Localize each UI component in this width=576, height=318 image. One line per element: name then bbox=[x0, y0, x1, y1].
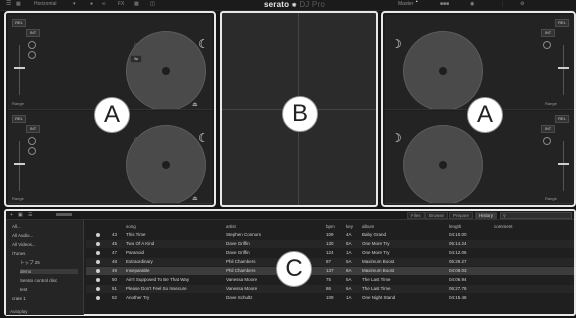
crate-test[interactable]: test bbox=[20, 287, 27, 292]
menu-icon[interactable]: ☰ bbox=[6, 0, 11, 7]
deck-2-load-icon[interactable] bbox=[28, 137, 36, 145]
deck-2-platter[interactable] bbox=[126, 125, 206, 203]
table-row[interactable]: 50 Ain't Supposed To Be That Way Vanessa M… bbox=[86, 276, 574, 284]
deck-3-pitch-fader[interactable] bbox=[558, 45, 569, 95]
record-icon[interactable]: ● bbox=[90, 1, 93, 7]
crate-1[interactable]: crate 1 bbox=[12, 296, 26, 301]
deck-2-rel[interactable]: REL bbox=[12, 115, 26, 123]
deck-3-load-icon[interactable] bbox=[543, 41, 551, 49]
right-deck-panel: REL INT ☽ SYNC ❚◀ ▶ Range REL INT ☽ SYNC… bbox=[381, 11, 576, 207]
deck-2-eject-icon[interactable]: ⏏ bbox=[192, 195, 198, 202]
deck-4-int[interactable]: INT bbox=[541, 125, 555, 133]
callout-a-right: A bbox=[467, 97, 503, 133]
deck-4-load-icon[interactable] bbox=[543, 137, 551, 145]
deck-4-platter[interactable] bbox=[403, 125, 483, 203]
deck-1-rel[interactable]: REL bbox=[12, 19, 26, 27]
fx-icon[interactable]: FX bbox=[118, 1, 124, 7]
col-key[interactable]: key bbox=[346, 224, 353, 229]
link-icon[interactable]: ∞ bbox=[102, 1, 106, 7]
library-toolbar: + ▣ ☰ Files Browse Prepare History ⚲ bbox=[6, 211, 574, 220]
master-label: Master bbox=[398, 1, 414, 7]
table-row[interactable]: 47 Paranoid Dave Griffin 124 1A One More Try 0… bbox=[86, 249, 574, 257]
deck-2-sync-icon[interactable] bbox=[28, 147, 36, 155]
crate-control-disc[interactable]: Serato control disc bbox=[20, 278, 57, 283]
col-album[interactable]: album bbox=[362, 224, 374, 229]
crate-sidebar: All... All Audio... All Videos... iTunes… bbox=[6, 220, 84, 315]
serato-logo-icon: ✵ bbox=[291, 3, 297, 9]
table-row[interactable]: 49 Inseparable Phil Chambers 137 8A Maximum B… bbox=[86, 267, 574, 275]
deck-4-pitch-fader[interactable] bbox=[558, 141, 569, 191]
deck-3-platter[interactable] bbox=[403, 31, 483, 109]
app-logo: serato ✵ DJ Pro bbox=[264, 0, 325, 9]
deck-1: REL INT Range SYNC ❚◀ ▶ ☾ ⇆ ⏏ bbox=[8, 15, 212, 110]
sampler-icon[interactable]: ▩ bbox=[134, 1, 139, 7]
view-list-icon[interactable]: ☰ bbox=[28, 212, 32, 218]
col-song[interactable]: song bbox=[126, 224, 136, 229]
search-icon: ⚲ bbox=[503, 213, 506, 218]
deck-3-rel[interactable]: REL bbox=[555, 19, 569, 27]
deck-2-int[interactable]: INT bbox=[26, 125, 40, 133]
logo-product: DJ Pro bbox=[299, 0, 325, 9]
track-list: song artist bpm key album length comment… bbox=[86, 220, 574, 315]
crate-itunes[interactable]: iTunes bbox=[12, 251, 25, 256]
table-row[interactable]: 45 Two Of A Kind Dave Griffin 130 8A One More… bbox=[86, 240, 574, 248]
top-toolbar: ☰ ▦ Horizontal ▾ ● ∞ FX ▩ ◫ serato ✵ DJ … bbox=[0, 0, 576, 11]
deck-3: REL INT ☽ SYNC ❚◀ ▶ Range bbox=[385, 15, 574, 110]
deck-1-sync-icon[interactable] bbox=[28, 51, 36, 59]
left-deck-panel: REL INT Range SYNC ❚◀ ▶ ☾ ⇆ ⏏ REL INT Ra… bbox=[4, 11, 216, 207]
deck-4-range-label: Range bbox=[545, 196, 557, 201]
crate-demo[interactable]: demo bbox=[20, 269, 78, 274]
col-comment[interactable]: comment bbox=[494, 224, 513, 229]
center-area: B bbox=[220, 11, 378, 207]
col-artist[interactable]: artist bbox=[226, 224, 236, 229]
midi-icon[interactable]: ◫ bbox=[150, 1, 155, 7]
deck-1-eject-icon[interactable]: ⏏ bbox=[192, 101, 198, 108]
table-row[interactable]: 43 This Time Stephen Connors 109 4A Baby Gran… bbox=[86, 231, 574, 239]
deck-3-int[interactable]: INT bbox=[541, 29, 555, 37]
col-length[interactable]: length bbox=[449, 224, 461, 229]
zoom-slider[interactable] bbox=[56, 213, 72, 216]
autoplay-button[interactable]: Autoplay bbox=[10, 309, 28, 314]
deck-3-range-label: Range bbox=[545, 101, 557, 106]
gear-icon[interactable]: ⚙ bbox=[520, 1, 524, 7]
deck-1-range-label: Range bbox=[12, 101, 24, 106]
album-art-icon[interactable]: ▣ bbox=[18, 212, 23, 218]
master-volume-icon[interactable]: ◔ bbox=[414, 0, 418, 6]
deck-1-pitch-fader[interactable] bbox=[14, 45, 25, 95]
deck-4-moon-icon: ☽ bbox=[391, 131, 402, 145]
tab-files[interactable]: Files bbox=[407, 212, 425, 219]
deck-2-range-label: Range bbox=[12, 196, 24, 201]
search-input[interactable]: ⚲ bbox=[500, 212, 572, 219]
callout-b: B bbox=[282, 96, 318, 132]
deck-1-int[interactable]: INT bbox=[26, 29, 40, 37]
setup-icon[interactable]: ◉ bbox=[470, 1, 474, 7]
col-bpm[interactable]: bpm bbox=[326, 224, 335, 229]
tab-browse[interactable]: Browse bbox=[425, 212, 449, 219]
add-crate-icon[interactable]: + bbox=[10, 212, 13, 218]
deck-4-rel[interactable]: REL bbox=[555, 115, 569, 123]
deck-1-platter[interactable] bbox=[126, 31, 206, 109]
logo-brand: serato bbox=[264, 0, 290, 9]
layout-select[interactable]: Horizontal bbox=[34, 1, 57, 7]
tab-history[interactable]: History bbox=[475, 212, 498, 219]
crate-all[interactable]: All... bbox=[12, 224, 21, 229]
table-row[interactable]: 51 Please Don't Feel So Insecure Vanessa M… bbox=[86, 285, 574, 293]
cpu-meter: ■■■ bbox=[440, 1, 450, 7]
grid-icon[interactable]: ▦ bbox=[16, 1, 21, 7]
callout-a-left: A bbox=[94, 97, 130, 133]
table-row[interactable]: 48 Extraordinary Phil Chambers 87 5A Maximum … bbox=[86, 258, 574, 266]
chevron-down-icon[interactable]: ▾ bbox=[73, 1, 76, 7]
help-icon[interactable]: ⋮ bbox=[500, 1, 505, 7]
crate-top25[interactable]: トップ 25 bbox=[20, 260, 40, 266]
deck-2-pitch-fader[interactable] bbox=[14, 141, 25, 191]
crate-all-videos[interactable]: All Videos... bbox=[12, 242, 36, 247]
callout-c: C bbox=[276, 251, 312, 287]
tab-prepare[interactable]: Prepare bbox=[449, 212, 474, 219]
table-row[interactable]: 52 Another Try Dave Schultz 109 1A One Night … bbox=[86, 294, 574, 302]
library-panel: + ▣ ☰ Files Browse Prepare History ⚲ All… bbox=[4, 209, 576, 316]
deck-3-moon-icon: ☽ bbox=[391, 37, 402, 51]
deck-1-loop-button[interactable]: ⇆ bbox=[130, 55, 142, 63]
crate-all-audio[interactable]: All Audio... bbox=[12, 233, 33, 238]
deck-1-load-icon[interactable] bbox=[28, 41, 36, 49]
